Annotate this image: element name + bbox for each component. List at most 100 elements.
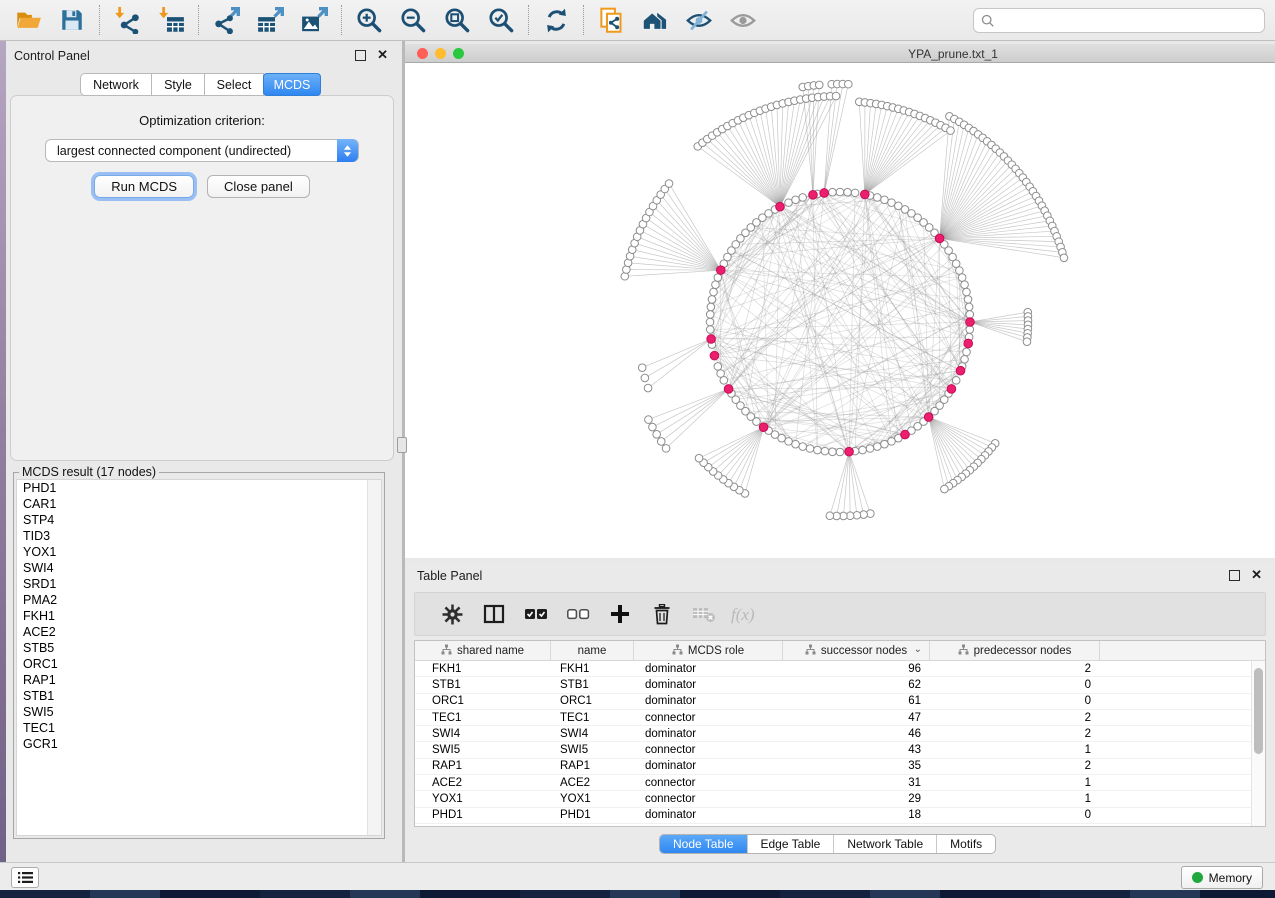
mcds-result-node[interactable]: SWI4 <box>17 560 381 576</box>
mcds-list-scrollbar[interactable] <box>367 480 381 835</box>
zoom-fit-button[interactable] <box>435 3 479 37</box>
tab-select[interactable]: Select <box>204 73 264 96</box>
refresh-button[interactable] <box>534 3 578 37</box>
save-session-button[interactable] <box>50 3 94 37</box>
show-hidden-button[interactable] <box>721 3 765 37</box>
mcds-result-node[interactable]: TEC1 <box>17 720 381 736</box>
column-header-MCDS-role[interactable]: MCDS role <box>634 641 783 660</box>
mcds-result-node[interactable]: STB5 <box>17 640 381 656</box>
network-canvas[interactable] <box>405 63 1275 558</box>
import-table-button[interactable] <box>149 3 193 37</box>
split-panel-button[interactable] <box>473 604 515 624</box>
zoom-fit-icon <box>444 7 471 34</box>
hide-selected-button[interactable] <box>677 3 721 37</box>
split-panel-icon <box>483 604 505 624</box>
mcds-result-node[interactable]: YOX1 <box>17 544 381 560</box>
cell-name: RAP1 <box>551 760 634 772</box>
close-panel-button[interactable]: Close panel <box>207 175 310 198</box>
zoom-out-button[interactable] <box>391 3 435 37</box>
mcds-result-node[interactable]: SWI5 <box>17 704 381 720</box>
export-image-button[interactable] <box>292 3 336 37</box>
satellite-nodes[interactable] <box>621 80 1068 520</box>
mcds-result-node[interactable]: STP4 <box>17 512 381 528</box>
table-row[interactable]: RAP1RAP1dominator352 <box>415 759 1265 775</box>
mcds-result-node[interactable]: PMA2 <box>17 592 381 608</box>
cell-shared_name: SWI4 <box>415 728 551 740</box>
column-header-name[interactable]: name <box>551 641 634 660</box>
column-header-successor-nodes[interactable]: successor nodes⌄ <box>783 641 930 660</box>
cell-successor_nodes: 31 <box>783 777 930 789</box>
toolbar-separator <box>341 5 342 35</box>
tab-mcds[interactable]: MCDS <box>263 73 321 96</box>
tab-node-table[interactable]: Node Table <box>660 835 747 853</box>
open-file-button[interactable] <box>6 3 50 37</box>
table-row[interactable]: ORC1ORC1dominator610 <box>415 694 1265 710</box>
table-scrollbar-thumb[interactable] <box>1254 668 1263 754</box>
control-panel-tabs: NetworkStyleSelectMCDS <box>80 73 321 96</box>
export-table-button[interactable] <box>248 3 292 37</box>
float-panel-icon[interactable] <box>355 50 366 61</box>
optimization-criterion-select[interactable]: largest connected component (undirected) <box>45 139 359 162</box>
show-all-networks-button[interactable] <box>633 3 677 37</box>
mcds-result-node[interactable]: GCR1 <box>17 736 381 752</box>
mcds-result-node[interactable]: STB1 <box>17 688 381 704</box>
close-panel-icon[interactable]: ✕ <box>1251 567 1262 583</box>
float-panel-icon[interactable] <box>1229 570 1240 581</box>
search-input[interactable] <box>1000 10 1264 31</box>
export-network-button[interactable] <box>204 3 248 37</box>
run-mcds-button[interactable]: Run MCDS <box>94 175 194 198</box>
table-row[interactable]: YOX1YOX1connector291 <box>415 791 1265 807</box>
cell-mcds_role: dominator <box>634 663 783 675</box>
table-row[interactable]: SWI5SWI5connector431 <box>415 742 1265 758</box>
network-window-titlebar[interactable]: YPA_prune.txt_1 <box>405 44 1275 63</box>
delete-column-button[interactable] <box>641 604 683 625</box>
unchecked-boxes-icon <box>566 607 590 621</box>
close-panel-icon[interactable]: ✕ <box>377 47 388 63</box>
table-row[interactable]: ACE2ACE2connector311 <box>415 775 1265 791</box>
mcds-result-node[interactable]: CAR1 <box>17 496 381 512</box>
zoom-in-button[interactable] <box>347 3 391 37</box>
cell-successor_nodes: 18 <box>783 809 930 821</box>
column-header-predecessor-nodes[interactable]: predecessor nodes <box>930 641 1100 660</box>
mcds-result-node[interactable]: SRD1 <box>17 576 381 592</box>
tab-edge-table[interactable]: Edge Table <box>747 835 834 853</box>
zoom-selected-button[interactable] <box>479 3 523 37</box>
table-settings-button[interactable] <box>431 604 473 625</box>
table-row[interactable]: FKH1FKH1dominator962 <box>415 661 1265 677</box>
network-graph[interactable] <box>405 63 1275 558</box>
show-log-button[interactable] <box>11 867 39 888</box>
memory-button[interactable]: Memory <box>1181 866 1263 889</box>
column-header-shared-name[interactable]: shared name <box>415 641 551 660</box>
close-window-icon[interactable] <box>417 48 428 59</box>
duplicate-network-button[interactable] <box>589 3 633 37</box>
maximize-window-icon[interactable] <box>453 48 464 59</box>
mcds-result-list[interactable]: PHD1CAR1STP4TID3YOX1SWI4SRD1PMA2FKH1ACE2… <box>16 479 382 836</box>
mcds-result-node[interactable]: ACE2 <box>17 624 381 640</box>
select-all-button[interactable] <box>515 607 557 621</box>
tab-motifs[interactable]: Motifs <box>936 835 995 853</box>
search-box[interactable] <box>973 8 1265 33</box>
table-row[interactable]: TEC1TEC1connector472 <box>415 710 1265 726</box>
tab-style[interactable]: Style <box>151 73 205 96</box>
splitter-grip[interactable] <box>397 437 407 453</box>
minimize-window-icon[interactable] <box>435 48 446 59</box>
duplicate-network-icon <box>598 7 625 34</box>
table-scrollbar[interactable] <box>1251 661 1265 826</box>
mcds-result-node[interactable]: PHD1 <box>17 480 381 496</box>
tab-network-table[interactable]: Network Table <box>833 835 936 853</box>
table-row[interactable]: STB1STB1dominator620 <box>415 677 1265 693</box>
mcds-result-node[interactable]: FKH1 <box>17 608 381 624</box>
import-network-button[interactable] <box>105 3 149 37</box>
eye-icon <box>729 7 757 34</box>
cell-shared_name: YOX1 <box>415 793 551 805</box>
mcds-result-node[interactable]: TID3 <box>17 528 381 544</box>
mcds-result-node[interactable]: ORC1 <box>17 656 381 672</box>
node-table-header: shared namenameMCDS rolesuccessor nodes⌄… <box>415 641 1265 661</box>
deselect-all-button[interactable] <box>557 607 599 621</box>
table-row[interactable]: PHD1PHD1dominator180 <box>415 808 1265 824</box>
tab-network[interactable]: Network <box>80 73 152 96</box>
mcds-result-node[interactable]: RAP1 <box>17 672 381 688</box>
cell-shared_name: FKH1 <box>415 663 551 675</box>
table-row[interactable]: SWI4SWI4dominator462 <box>415 726 1265 742</box>
add-column-button[interactable] <box>599 604 641 624</box>
